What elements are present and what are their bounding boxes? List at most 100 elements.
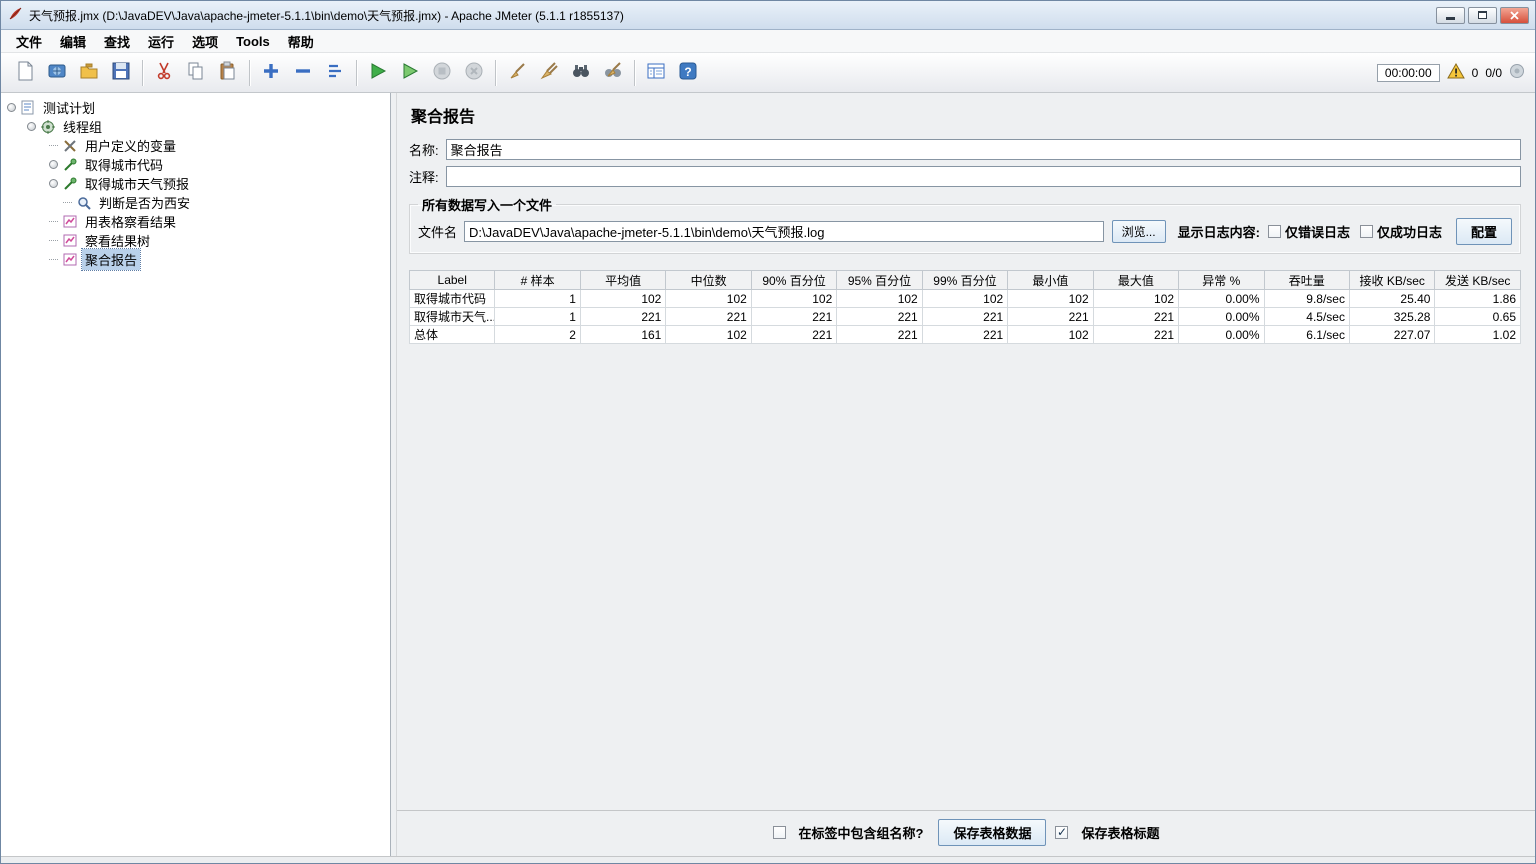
errors-only-checkbox[interactable] [1267, 225, 1281, 238]
open-file-icon [79, 61, 99, 84]
tree-node-thread-group[interactable]: 线程组 [1, 117, 390, 136]
tree-node-get-city-weather[interactable]: 取得城市天气预报 [1, 174, 390, 193]
collapse-all-icon [293, 61, 313, 84]
browse-button[interactable]: 浏览... [1111, 220, 1166, 243]
table-cell: 6.1/sec [1263, 325, 1350, 344]
table-cell: 221 [836, 307, 923, 326]
table-cell: 102 [665, 325, 752, 344]
include-group-name-checkbox[interactable] [772, 826, 786, 839]
table-cell: 1.86 [1434, 289, 1521, 308]
toggle-button[interactable] [319, 57, 351, 89]
tree-node-test-plan[interactable]: 测试计划 [1, 98, 390, 117]
titlebar[interactable]: 天气预报.jmx (D:\JavaDEV\Java\apache-jmeter-… [1, 1, 1535, 30]
table-header-cell[interactable]: # 样本 [494, 270, 581, 290]
help-button[interactable]: ? [672, 57, 704, 89]
success-only-checkbox[interactable] [1359, 225, 1373, 238]
configure-button[interactable]: 配置 [1455, 218, 1512, 245]
user-variables-icon [62, 138, 78, 154]
table-cell: 0.65 [1434, 307, 1521, 326]
close-button[interactable] [1500, 6, 1529, 24]
tree-node-aggregate-report[interactable]: 聚合报告 [1, 248, 390, 271]
menu-edit[interactable]: 编辑 [51, 30, 95, 53]
comments-input[interactable] [445, 166, 1521, 187]
table-header-cell[interactable]: 99% 百分位 [921, 270, 1009, 290]
collapse-all-button[interactable] [287, 57, 319, 89]
table-header-cell[interactable]: 接收 KB/sec [1348, 270, 1436, 290]
save-button[interactable] [105, 57, 137, 89]
menu-file[interactable]: 文件 [7, 30, 51, 53]
listener-icon [62, 214, 78, 230]
listener-icon [62, 252, 78, 268]
clear-button[interactable] [501, 57, 533, 89]
tree-node-assert-xian[interactable]: 判断是否为西安 [1, 193, 390, 212]
write-to-file-title: 所有数据写入一个文件 [422, 198, 553, 213]
table-header-cell[interactable]: 最小值 [1007, 270, 1094, 290]
aggregate-report-panel: 聚合报告 名称: 注释: 所有数据写入一个文件 文件名 浏览... 显示日志内容… [397, 93, 1535, 856]
save-header-checkbox[interactable] [1055, 826, 1069, 839]
table-header-cell[interactable]: 平均值 [579, 270, 667, 290]
open-file-button[interactable] [73, 57, 105, 89]
stop-button[interactable] [426, 57, 458, 89]
table-header-cell[interactable]: 90% 百分位 [750, 270, 838, 290]
table-cell: 102 [579, 289, 667, 308]
new-file-button[interactable] [9, 57, 41, 89]
toolbar-separator [495, 59, 496, 86]
table-header-cell[interactable]: Label [408, 270, 496, 290]
tree-expand-handle-icon[interactable] [49, 179, 58, 188]
copy-button[interactable] [180, 57, 212, 89]
comments-label: 注释: [409, 170, 439, 185]
table-header-cell[interactable]: 中位数 [665, 270, 752, 290]
table-header-cell[interactable]: 最大值 [1092, 270, 1180, 290]
errors-only-label[interactable]: 仅错误日志 [1285, 222, 1350, 241]
minimize-button[interactable] [1436, 6, 1465, 24]
tree-node-view-results-table[interactable]: 用表格察看结果 [1, 212, 390, 231]
test-running-indicator-icon [1509, 63, 1525, 82]
toolbar: ? 00:00:00 0 0/0 [1, 53, 1535, 93]
menu-help[interactable]: 帮助 [279, 30, 323, 53]
window-resize-edge[interactable] [1, 856, 1535, 863]
function-helper-button[interactable] [640, 57, 672, 89]
table-cell: 221 [750, 325, 838, 344]
start-no-timers-button[interactable] [394, 57, 426, 89]
assertion-icon [76, 195, 92, 211]
menu-search[interactable]: 查找 [95, 30, 139, 53]
table-cell: 取得城市天气... [408, 307, 496, 326]
search-reset-button[interactable] [597, 57, 629, 89]
new-file-icon [15, 61, 35, 84]
table-cell: 221 [836, 325, 923, 344]
tree-node-get-city-code[interactable]: 取得城市代码 [1, 155, 390, 174]
error-count: 0 [1471, 65, 1479, 80]
save-table-data-button[interactable]: 保存表格数据 [938, 819, 1047, 846]
clear-all-button[interactable] [533, 57, 565, 89]
toolbar-separator [142, 59, 143, 86]
tree-node-user-variables[interactable]: 用户定义的变量 [1, 136, 390, 155]
expand-all-button[interactable] [255, 57, 287, 89]
table-header-cell[interactable]: 发送 KB/sec [1434, 270, 1521, 290]
save-header-label[interactable]: 保存表格标题 [1081, 823, 1159, 842]
include-group-name-label[interactable]: 在标签中包含组名称? [799, 823, 924, 842]
search-button[interactable] [565, 57, 597, 89]
tree-expand-handle-icon[interactable] [49, 160, 58, 169]
tree-node-label: 聚合报告 [80, 248, 142, 271]
success-only-label[interactable]: 仅成功日志 [1377, 222, 1442, 241]
table-header-cell[interactable]: 吞吐量 [1263, 270, 1350, 290]
cut-button[interactable] [148, 57, 180, 89]
menu-run[interactable]: 运行 [139, 30, 183, 53]
table-header-cell[interactable]: 95% 百分位 [836, 270, 923, 290]
tree-node-view-results-tree[interactable]: 察看结果树 [1, 231, 390, 250]
filename-input[interactable] [464, 221, 1104, 242]
warning-icon[interactable] [1446, 62, 1465, 82]
tree-expand-handle-icon[interactable] [27, 122, 36, 131]
shutdown-button[interactable] [458, 57, 490, 89]
menu-tools[interactable]: Tools [227, 32, 279, 51]
table-cell: 取得城市代码 [408, 289, 496, 308]
tree-expand-handle-icon[interactable] [7, 103, 16, 112]
menu-options[interactable]: 选项 [183, 30, 227, 53]
table-header-cell[interactable]: 异常 % [1178, 270, 1265, 290]
name-label: 名称: [409, 143, 439, 158]
name-input[interactable] [445, 139, 1521, 160]
templates-button[interactable] [41, 57, 73, 89]
maximize-button[interactable] [1468, 6, 1497, 24]
paste-button[interactable] [212, 57, 244, 89]
start-button[interactable] [362, 57, 394, 89]
